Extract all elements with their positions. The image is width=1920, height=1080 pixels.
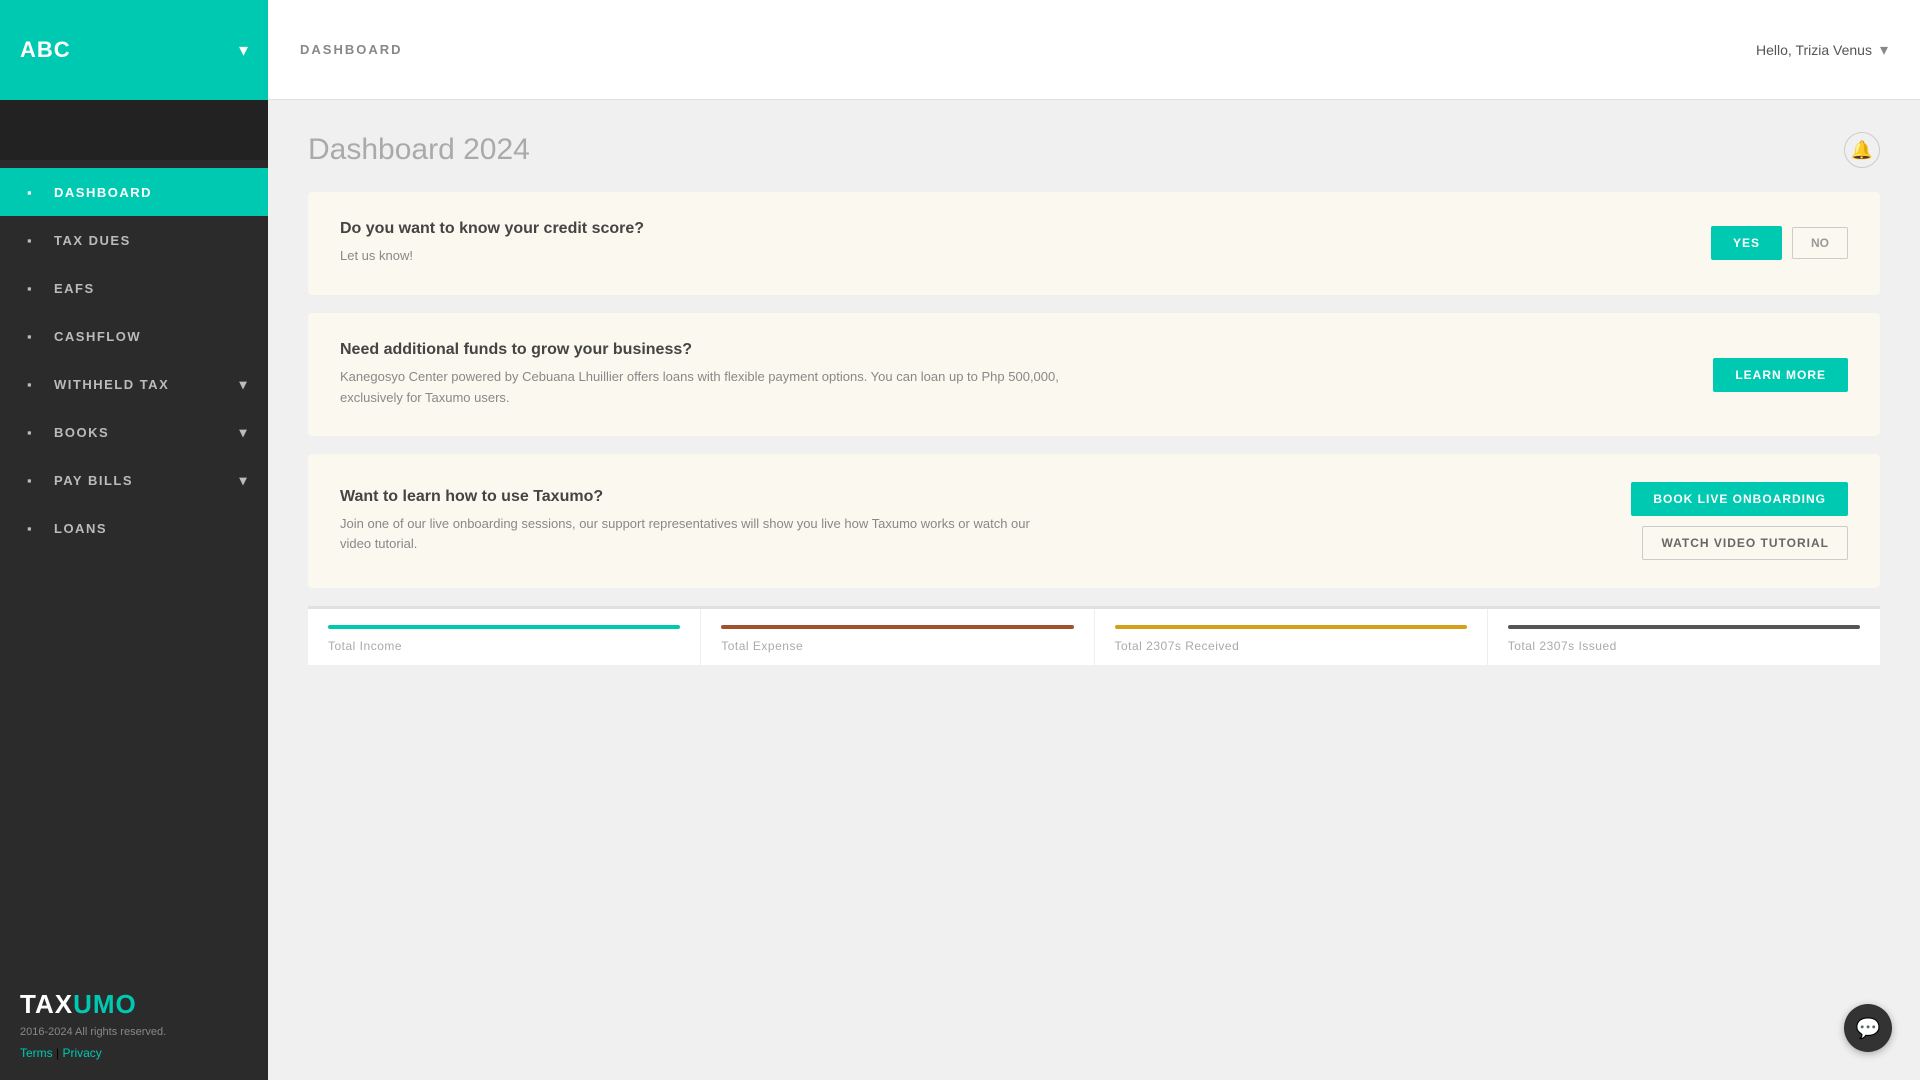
sidebar-item-label-pay-bills: PAY BILLS	[54, 473, 133, 488]
loans-nav-icon: ▪	[20, 518, 40, 538]
sidebar-header: ABC ▾	[0, 0, 268, 100]
tax-dues-nav-icon: ▪	[20, 230, 40, 250]
sidebar-user-area	[0, 100, 268, 160]
privacy-link[interactable]: Privacy	[62, 1046, 101, 1060]
card-heading-credit-score: Do you want to know your credit score?	[340, 220, 644, 238]
stat-label-total-2307s-issued: Total 2307s Issued	[1508, 639, 1860, 653]
sidebar-item-label-eafs: EAFS	[54, 281, 95, 296]
taxumo-logo: TAXUMO	[20, 989, 248, 1020]
dashboard-nav-icon: ▪	[20, 182, 40, 202]
sidebar-item-dashboard[interactable]: ▪ DASHBOARD	[0, 168, 268, 216]
pay-bills-expand-icon: ▾	[239, 472, 248, 489]
sidebar-item-label-tax-dues: TAX DUES	[54, 233, 131, 248]
btn-watch-video-tutorial-onboarding[interactable]: WATCH VIDEO TUTORIAL	[1642, 526, 1848, 560]
card-text-credit-score: Do you want to know your credit score? Le…	[340, 220, 644, 267]
card-desc-funds: Kanegosyo Center powered by Cebuana Lhui…	[340, 367, 1060, 409]
company-dropdown-icon[interactable]: ▾	[239, 40, 248, 61]
card-funds: Need additional funds to grow your busin…	[308, 313, 1880, 437]
btn-book-live-onboarding-onboarding[interactable]: BOOK LIVE ONBOARDING	[1631, 482, 1848, 516]
cards-container: Do you want to know your credit score? Le…	[308, 192, 1880, 588]
stat-label-total-income: Total Income	[328, 639, 680, 653]
sidebar-item-cashflow[interactable]: ▪ CASHFLOW	[0, 312, 268, 360]
content-area: Dashboard 2024 🔔 Do you want to know you…	[268, 100, 1920, 1080]
sidebar-item-loans[interactable]: ▪ LOANS	[0, 504, 268, 552]
btn-learn-more-funds[interactable]: LEARN MORE	[1713, 358, 1848, 392]
card-heading-onboarding: Want to learn how to use Taxumo?	[340, 488, 1060, 506]
sidebar-item-books[interactable]: ▪ BOOKS ▾	[0, 408, 268, 456]
stat-total-expense: Total Expense	[701, 609, 1094, 665]
cashflow-nav-icon: ▪	[20, 326, 40, 346]
card-credit-score: Do you want to know your credit score? Le…	[308, 192, 1880, 295]
terms-link[interactable]: Terms	[20, 1046, 53, 1060]
card-text-funds: Need additional funds to grow your busin…	[340, 341, 1060, 409]
page-breadcrumb: DASHBOARD	[300, 42, 403, 57]
stat-label-total-expense: Total Expense	[721, 639, 1073, 653]
stat-bar-line-total-2307s-received	[1115, 625, 1467, 629]
withheld-tax-nav-icon: ▪	[20, 374, 40, 394]
main-content: DASHBOARD Hello, Trizia Venus ▾ Dashboar…	[268, 0, 1920, 1080]
sidebar-item-label-books: BOOKS	[54, 425, 109, 440]
page-title-row: Dashboard 2024 🔔	[308, 132, 1880, 168]
copyright-text: 2016-2024 All rights reserved.	[20, 1026, 248, 1038]
user-chevron-icon: ▾	[1880, 40, 1888, 60]
user-menu[interactable]: Hello, Trizia Venus ▾	[1756, 40, 1888, 60]
stat-total-2307s-issued: Total 2307s Issued	[1488, 609, 1880, 665]
topbar: DASHBOARD Hello, Trizia Venus ▾	[268, 0, 1920, 100]
stat-bar-line-total-2307s-issued	[1508, 625, 1860, 629]
card-text-onboarding: Want to learn how to use Taxumo? Join one…	[340, 488, 1060, 556]
sidebar-footer: TAXUMO 2016-2024 All rights reserved. Te…	[0, 965, 268, 1080]
sidebar-item-label-dashboard: DASHBOARD	[54, 185, 152, 200]
books-expand-icon: ▾	[239, 424, 248, 441]
pay-bills-nav-icon: ▪	[20, 470, 40, 490]
card-actions-credit-score: YES NO	[1711, 226, 1848, 260]
sidebar-item-withheld-tax[interactable]: ▪ WITHHELD TAX ▾	[0, 360, 268, 408]
withheld-tax-expand-icon: ▾	[239, 376, 248, 393]
company-name: ABC	[20, 37, 71, 63]
stat-bar-line-total-expense	[721, 625, 1073, 629]
stat-bar-line-total-income	[328, 625, 680, 629]
stat-total-income: Total Income	[308, 609, 701, 665]
notification-bell-button[interactable]: 🔔	[1844, 132, 1880, 168]
card-actions-onboarding: BOOK LIVE ONBOARDING WATCH VIDEO TUTORIAL	[1631, 482, 1848, 560]
sidebar-item-label-withheld-tax: WITHHELD TAX	[54, 377, 169, 392]
card-desc-credit-score: Let us know!	[340, 246, 644, 267]
card-desc-onboarding: Join one of our live onboarding sessions…	[340, 514, 1060, 556]
eafs-nav-icon: ▪	[20, 278, 40, 298]
sidebar-item-label-loans: LOANS	[54, 521, 107, 536]
card-onboarding: Want to learn how to use Taxumo? Join one…	[308, 454, 1880, 588]
btn-no-credit-score[interactable]: NO	[1792, 227, 1848, 259]
stat-total-2307s-received: Total 2307s Received	[1095, 609, 1488, 665]
stats-bar: Total Income Total Expense Total 2307s Rec…	[308, 606, 1880, 665]
stat-label-total-2307s-received: Total 2307s Received	[1115, 639, 1467, 653]
sidebar-item-label-cashflow: CASHFLOW	[54, 329, 141, 344]
btn-yes-credit-score[interactable]: YES	[1711, 226, 1782, 260]
books-nav-icon: ▪	[20, 422, 40, 442]
sidebar-item-pay-bills[interactable]: ▪ PAY BILLS ▾	[0, 456, 268, 504]
sidebar-item-eafs[interactable]: ▪ EAFS	[0, 264, 268, 312]
card-heading-funds: Need additional funds to grow your busin…	[340, 341, 1060, 359]
footer-links: Terms | Privacy	[20, 1046, 248, 1060]
user-greeting: Hello, Trizia Venus	[1756, 42, 1872, 58]
card-actions-funds: LEARN MORE	[1713, 358, 1848, 392]
card-actions-row-credit-score: YES NO	[1711, 226, 1848, 260]
sidebar-nav: ▪ DASHBOARD ▪ TAX DUES ▪ EAFS ▪ CASHFLOW ▪ WITHHE…	[0, 160, 268, 965]
sidebar-item-tax-dues[interactable]: ▪ TAX DUES	[0, 216, 268, 264]
chat-support-button[interactable]: 💬	[1844, 1004, 1892, 1052]
dashboard-title: Dashboard 2024	[308, 133, 530, 167]
sidebar: ABC ▾ ▪DASHBOARD▪TAX DUES▪EAFS▪CASHFLOW▪…	[0, 0, 268, 1080]
